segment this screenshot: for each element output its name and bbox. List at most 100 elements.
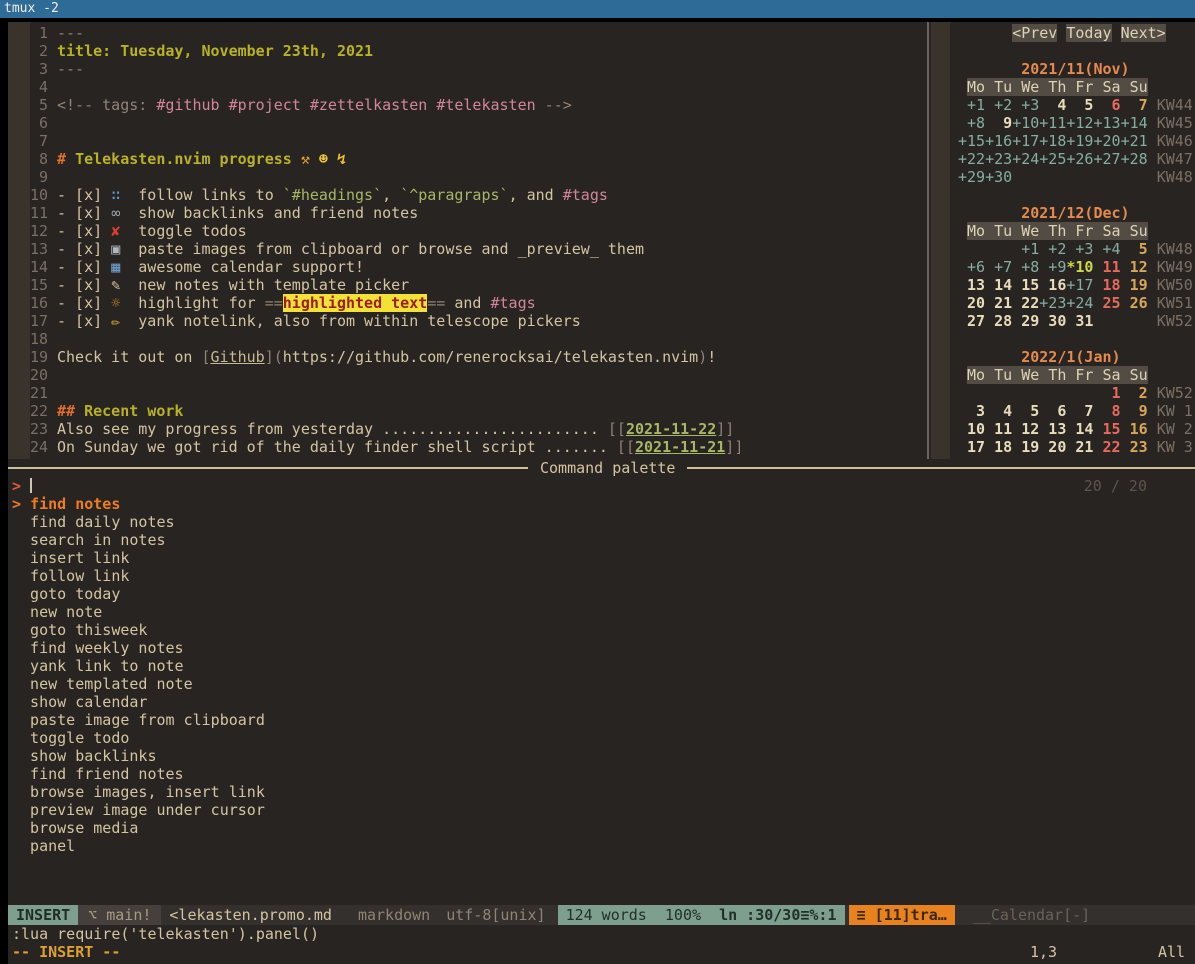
calendar-day[interactable]: +13 <box>1093 114 1120 132</box>
calendar-day[interactable]: 9 <box>1121 402 1148 420</box>
calendar-day[interactable]: +4 <box>1093 240 1120 258</box>
calendar-day[interactable]: 14 <box>985 276 1012 294</box>
palette-item[interactable]: search in notes <box>12 531 265 549</box>
calendar-day[interactable]: 19 <box>1012 438 1039 456</box>
palette-item[interactable]: show backlinks <box>12 747 265 765</box>
calendar-day[interactable]: 20 <box>958 294 985 312</box>
calendar-day[interactable]: 15 <box>1012 276 1039 294</box>
calendar-day[interactable]: 19 <box>1121 276 1148 294</box>
calendar-day[interactable]: 18 <box>1093 276 1120 294</box>
calendar-day[interactable]: 22 <box>1012 294 1039 312</box>
palette-item[interactable]: panel <box>12 837 265 855</box>
palette-item[interactable]: find friend notes <box>12 765 265 783</box>
calendar-day[interactable]: 11 <box>985 420 1012 438</box>
next-button[interactable]: Next> <box>1121 24 1166 42</box>
calendar-day[interactable]: +3 <box>1012 96 1039 114</box>
calendar-day[interactable]: 26 <box>1121 294 1148 312</box>
palette-item[interactable]: find daily notes <box>12 513 265 531</box>
calendar-day[interactable]: +23 <box>985 150 1012 168</box>
calendar-day[interactable]: +2 <box>1039 240 1066 258</box>
palette-item[interactable]: toggle todo <box>12 729 265 747</box>
calendar-day[interactable]: +8 <box>1012 258 1039 276</box>
calendar-day[interactable]: 16 <box>1039 276 1066 294</box>
palette-item[interactable]: show calendar <box>12 693 265 711</box>
note-link[interactable]: 2021-11-22 <box>626 420 716 438</box>
calendar-day[interactable]: +3 <box>1066 240 1093 258</box>
calendar-day[interactable]: +30 <box>985 168 1012 186</box>
palette-item[interactable]: goto today <box>12 585 265 603</box>
calendar-day[interactable]: 27 <box>958 312 985 330</box>
calendar-day[interactable]: +18 <box>1039 132 1066 150</box>
calendar-day[interactable]: +29 <box>958 168 985 186</box>
palette-item[interactable]: preview image under cursor <box>12 801 265 819</box>
calendar-day[interactable]: +24 <box>1012 150 1039 168</box>
calendar-day[interactable]: 7 <box>1066 402 1093 420</box>
calendar-day[interactable]: +2 <box>985 96 1012 114</box>
editor-buffer[interactable]: 1---2title: Tuesday, November 23th, 2021… <box>8 24 927 456</box>
calendar-day[interactable]: 4 <box>1039 96 1066 114</box>
calendar-day[interactable]: +6 <box>958 258 985 276</box>
tab-segment[interactable]: ≡ [11]tra… <box>849 905 955 925</box>
calendar-day[interactable]: +12 <box>1066 114 1093 132</box>
calendar-day[interactable]: 21 <box>1066 438 1093 456</box>
calendar-day[interactable]: +8 <box>958 114 985 132</box>
calendar-pane[interactable]: <Prev Today Next> 2021/11(Nov) Mo Tu We … <box>958 24 1195 456</box>
calendar-day[interactable]: 29 <box>1012 312 1039 330</box>
calendar-day[interactable]: 11 <box>1093 258 1120 276</box>
palette-item[interactable]: insert link <box>12 549 265 567</box>
palette-item[interactable]: new templated note <box>12 675 265 693</box>
palette-item[interactable]: paste image from clipboard <box>12 711 265 729</box>
command-line[interactable]: :lua require('telekasten').panel() <box>12 925 319 943</box>
calendar-day[interactable]: 13 <box>958 276 985 294</box>
window-separator[interactable] <box>927 22 929 459</box>
calendar-day[interactable]: +1 <box>958 96 985 114</box>
palette-item[interactable]: new note <box>12 603 265 621</box>
calendar-day[interactable]: 22 <box>1093 438 1120 456</box>
calendar-day[interactable]: +17 <box>1066 276 1093 294</box>
calendar-day[interactable]: +20 <box>1093 132 1120 150</box>
palette-item[interactable]: find weekly notes <box>12 639 265 657</box>
calendar-day[interactable]: +17 <box>1012 132 1039 150</box>
calendar-day[interactable]: +23 <box>1039 294 1066 312</box>
calendar-day[interactable]: 13 <box>1039 420 1066 438</box>
calendar-day[interactable]: +28 <box>1121 150 1148 168</box>
calendar-day[interactable]: +15 <box>958 132 985 150</box>
github-link[interactable]: Github <box>211 348 265 366</box>
calendar-day[interactable]: +19 <box>1066 132 1093 150</box>
calendar-day[interactable]: 18 <box>985 438 1012 456</box>
calendar-day[interactable]: 21 <box>985 294 1012 312</box>
palette-item[interactable]: follow link <box>12 567 265 585</box>
calendar-day[interactable]: 10 <box>958 420 985 438</box>
calendar-day[interactable]: 2 <box>1121 384 1148 402</box>
note-link[interactable]: 2021-11-21 <box>635 438 725 456</box>
calendar-day[interactable]: 23 <box>1121 438 1148 456</box>
calendar-day[interactable]: +21 <box>1121 132 1148 150</box>
calendar-day[interactable]: 5 <box>1012 402 1039 420</box>
calendar-day[interactable]: 28 <box>985 312 1012 330</box>
calendar-day[interactable]: 3 <box>958 402 985 420</box>
calendar-day[interactable]: 14 <box>1066 420 1093 438</box>
calendar-day[interactable]: 30 <box>1039 312 1066 330</box>
calendar-day[interactable]: +27 <box>1093 150 1120 168</box>
calendar-day[interactable]: +1 <box>1012 240 1039 258</box>
today-button[interactable]: Today <box>1066 24 1111 42</box>
calendar-day[interactable]: 4 <box>985 402 1012 420</box>
calendar-day[interactable]: +16 <box>985 132 1012 150</box>
calendar-day[interactable]: 17 <box>958 438 985 456</box>
calendar-day[interactable]: 15 <box>1093 420 1120 438</box>
calendar-day[interactable]: 1 <box>1093 384 1120 402</box>
calendar-day[interactable]: +22 <box>958 150 985 168</box>
palette-item-selected[interactable]: > find notes <box>12 495 265 513</box>
github-url[interactable]: https://github.com/renerocksai/telekaste… <box>283 348 698 366</box>
calendar-day[interactable]: 31 <box>1066 312 1093 330</box>
palette-item[interactable]: yank link to note <box>12 657 265 675</box>
calendar-day[interactable]: 7 <box>1121 96 1148 114</box>
calendar-day[interactable]: 5 <box>1121 240 1148 258</box>
calendar-day[interactable]: *10 <box>1066 258 1093 276</box>
calendar-day[interactable]: +9 <box>1039 258 1066 276</box>
calendar-day[interactable]: +14 <box>1121 114 1148 132</box>
calendar-day[interactable]: 12 <box>1121 258 1148 276</box>
calendar-day[interactable]: 9 <box>985 114 1012 132</box>
calendar-day[interactable]: 20 <box>1039 438 1066 456</box>
palette-item[interactable]: goto thisweek <box>12 621 265 639</box>
